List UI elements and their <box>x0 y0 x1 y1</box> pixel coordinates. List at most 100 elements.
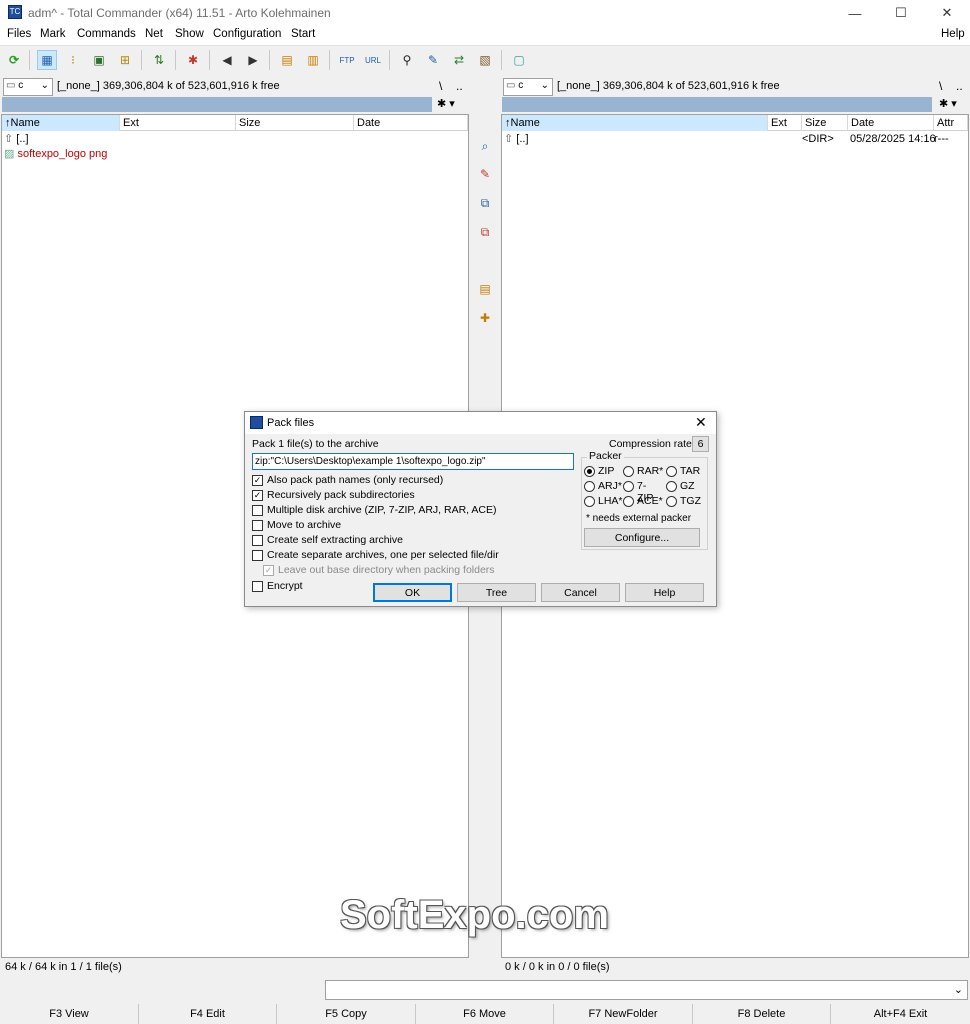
left-up-button[interactable]: .. <box>456 79 463 93</box>
f5-copy-button[interactable]: F5 Copy <box>277 1004 416 1024</box>
radio-icon <box>666 466 677 477</box>
left-drive-select[interactable]: ▭ c ⌄ <box>3 78 53 96</box>
close-icon[interactable]: ✕ <box>695 414 707 431</box>
unpack-files-icon[interactable]: ▥ <box>303 50 323 70</box>
packer-note: * needs external packer <box>586 513 692 524</box>
left-path-bar[interactable] <box>2 97 432 112</box>
tree-button[interactable]: Tree <box>457 583 536 602</box>
toolbar: ⟳ ▦ ⁝ ▣ ⊞ ⇅ ✱ ◀ ▶ ▤ ▥ FTP URL ⚲ ✎ ⇄ ▧ ▢ <box>0 45 970 74</box>
dialog-title: Pack files <box>267 417 315 429</box>
toolbar-separator <box>175 50 176 70</box>
drive-icon: ▭ <box>506 80 516 91</box>
image-file-icon: ▨ <box>4 148 15 160</box>
ok-button[interactable]: OK <box>373 583 452 602</box>
left-root-button[interactable]: \ <box>439 79 442 93</box>
new-folder-icon[interactable]: ✚ <box>474 307 496 329</box>
list-item[interactable]: ▨ softexpo_logo png <box>4 147 464 162</box>
view-file-icon[interactable]: ⌕ <box>474 135 496 157</box>
pack-files-dialog: Pack files ✕ Pack 1 file(s) to the archi… <box>244 411 717 607</box>
dialog-title-bar: Pack files ✕ <box>245 412 716 434</box>
full-view-icon[interactable]: ⁝ <box>63 50 83 70</box>
right-filter-button[interactable]: ✱ ▾ <box>939 97 957 110</box>
toolbar-separator <box>389 50 390 70</box>
menu-help[interactable]: Help <box>941 28 965 40</box>
right-free-space: [_none_] 369,306,804 k of 523,601,916 k … <box>557 80 780 92</box>
brief-view-icon[interactable]: ▦ <box>37 50 57 70</box>
right-up-button[interactable]: .. <box>956 79 963 93</box>
move-files-icon[interactable]: ⧉ <box>474 221 496 243</box>
chevron-down-icon: ⌄ <box>40 80 49 91</box>
chevron-down-icon: ⌄ <box>953 984 963 996</box>
f3-view-button[interactable]: F3 View <box>0 1004 139 1024</box>
f7-newfolder-button[interactable]: F7 NewFolder <box>554 1004 693 1024</box>
radio-icon <box>623 466 634 477</box>
left-col-date[interactable]: Date <box>354 115 468 131</box>
app-icon <box>250 416 263 429</box>
invert-selection-icon[interactable]: ⇅ <box>149 50 169 70</box>
menu-net[interactable]: Net <box>145 28 163 40</box>
alt-f4-exit-button[interactable]: Alt+F4 Exit <box>831 1004 970 1024</box>
archive-path-input[interactable]: zip:"C:\Users\Desktop\example 1\softexpo… <box>252 453 574 470</box>
menu-mark[interactable]: Mark <box>40 28 66 40</box>
right-col-attr[interactable]: Attr <box>934 115 968 131</box>
compare-files-icon[interactable]: ▧ <box>475 50 495 70</box>
list-item[interactable]: ⇧ [..] <box>4 132 464 147</box>
f4-edit-button[interactable]: F4 Edit <box>139 1004 277 1024</box>
pack-files-icon[interactable]: ▤ <box>277 50 297 70</box>
f8-delete-button[interactable]: F8 Delete <box>693 1004 831 1024</box>
checkbox-icon <box>252 581 263 592</box>
menu-files[interactable]: Files <box>7 28 31 40</box>
right-col-size[interactable]: Size <box>802 115 848 131</box>
left-col-size[interactable]: Size <box>236 115 354 131</box>
refresh-icon[interactable]: ⟳ <box>4 50 24 70</box>
copy-files-icon[interactable]: ⧉ <box>474 192 496 214</box>
checkbox-checked-icon: ✓ <box>252 475 263 486</box>
close-button[interactable]: ✕ <box>924 0 970 26</box>
radio-icon <box>666 481 677 492</box>
pack-icon[interactable]: ▤ <box>474 278 496 300</box>
right-col-ext[interactable]: Ext <box>768 115 802 131</box>
window-title: adm^ - Total Commander (x64) 11.51 - Art… <box>28 6 331 20</box>
compression-rate-field[interactable]: 6 <box>692 436 709 452</box>
left-column-header: ↑Name Ext Size Date <box>2 115 468 131</box>
maximize-button[interactable]: ☐ <box>878 0 924 26</box>
ftp-connect-icon[interactable]: FTP <box>337 50 357 70</box>
tree-view-icon[interactable]: ⊞ <box>115 50 135 70</box>
configure-button[interactable]: Configure... <box>584 528 700 547</box>
thumbnail-view-icon[interactable]: ▣ <box>89 50 109 70</box>
toolbar-separator <box>501 50 502 70</box>
sync-dirs-icon[interactable]: ⇄ <box>449 50 469 70</box>
back-arrow-icon[interactable]: ◀ <box>217 50 237 70</box>
url-connect-icon[interactable]: URL <box>363 50 383 70</box>
menu-commands[interactable]: Commands <box>77 28 136 40</box>
menu-show[interactable]: Show <box>175 28 204 40</box>
table-row[interactable]: ⇧ [..] <DIR> 05/28/2025 14:16 r--- <box>504 132 964 147</box>
multi-rename-icon[interactable]: ✎ <box>423 50 443 70</box>
right-col-name[interactable]: ↑Name <box>502 115 768 131</box>
f6-move-button[interactable]: F6 Move <box>416 1004 554 1024</box>
menu-bar: Files Mark Commands Net Show Configurati… <box>0 26 970 45</box>
left-col-name[interactable]: ↑Name <box>2 115 120 131</box>
left-col-ext[interactable]: Ext <box>120 115 236 131</box>
help-button[interactable]: Help <box>625 583 704 602</box>
edit-file-icon[interactable]: ✎ <box>474 163 496 185</box>
menu-configuration[interactable]: Configuration <box>213 28 281 40</box>
select-all-icon[interactable]: ✱ <box>183 50 203 70</box>
search-binoculars-icon[interactable]: ⚲ <box>397 50 417 70</box>
forward-arrow-icon[interactable]: ▶ <box>243 50 263 70</box>
menu-start[interactable]: Start <box>291 28 315 40</box>
right-status: 0 k / 0 k in 0 / 0 file(s) <box>505 961 610 973</box>
toolbar-separator <box>141 50 142 70</box>
left-filter-button[interactable]: ✱ ▾ <box>437 97 455 110</box>
notepad-icon[interactable]: ▢ <box>509 50 529 70</box>
command-line-input[interactable]: ⌄ <box>325 980 968 1000</box>
minimize-button[interactable]: — <box>832 0 878 26</box>
right-root-button[interactable]: \ <box>939 79 942 93</box>
right-col-date[interactable]: Date <box>848 115 934 131</box>
cancel-button[interactable]: Cancel <box>541 583 620 602</box>
right-drive-select[interactable]: ▭ c ⌄ <box>503 78 553 96</box>
checkbox-icon <box>252 505 263 516</box>
toolbar-separator <box>29 50 30 70</box>
toolbar-separator <box>329 50 330 70</box>
right-path-bar[interactable] <box>502 97 932 112</box>
